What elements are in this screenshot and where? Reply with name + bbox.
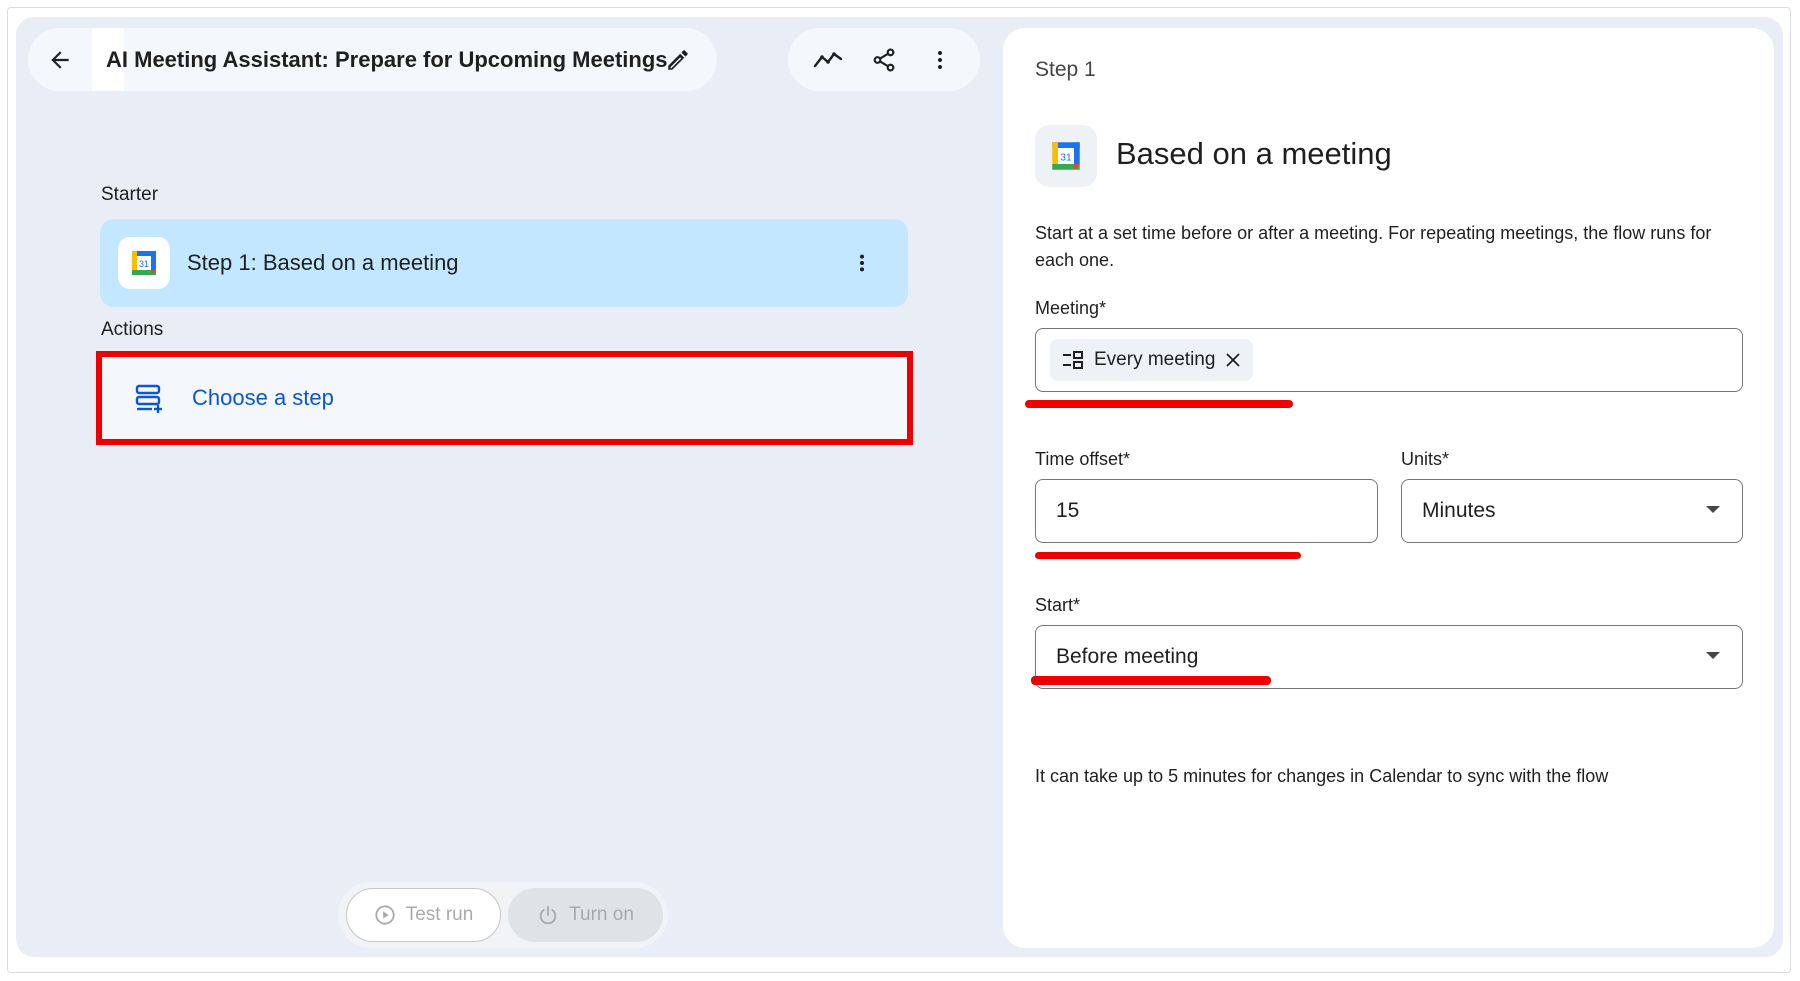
flow-title: AI Meeting Assistant: Prepare for Upcomi… xyxy=(106,47,668,72)
calendar-day-text: 31 xyxy=(139,259,149,269)
title-bar: AI Meeting Assistant: Prepare for Upcomi… xyxy=(28,28,717,91)
actions-label: Actions xyxy=(101,319,164,340)
remove-chip-button[interactable] xyxy=(1225,352,1241,368)
meeting-label: Meeting* xyxy=(1035,298,1107,318)
add-step-icon xyxy=(135,384,162,413)
time-offset-highlight-underline xyxy=(1035,552,1301,559)
panel-title: Based on a meeting xyxy=(1116,136,1392,171)
google-calendar-icon: 31 xyxy=(132,251,156,275)
activity-button[interactable] xyxy=(808,40,848,80)
starter-label: Starter xyxy=(101,184,159,205)
starter-step-prefix: Step 1: xyxy=(187,250,257,275)
start-highlight-underline xyxy=(1031,676,1271,685)
units-label: Units* xyxy=(1401,449,1450,469)
chevron-down-icon xyxy=(1706,652,1720,659)
turn-on-label: Turn on xyxy=(569,904,634,925)
start-label: Start* xyxy=(1035,595,1081,615)
play-circle-icon xyxy=(375,905,395,925)
units-select[interactable]: Minutes xyxy=(1401,479,1743,543)
back-button[interactable] xyxy=(28,28,92,91)
starter-step-name: Based on a meeting xyxy=(262,250,459,275)
starter-step-label: Step 1: Based on a meeting xyxy=(187,219,459,307)
step-more-button[interactable] xyxy=(842,243,882,283)
panel-calendar-icon-box: 31 xyxy=(1035,125,1097,187)
panel-calendar-day-text: 31 xyxy=(1060,153,1072,164)
more-options-button[interactable] xyxy=(920,40,960,80)
edit-title-button[interactable] xyxy=(662,44,694,76)
power-icon xyxy=(539,905,557,925)
turn-on-button[interactable]: Turn on xyxy=(508,888,663,942)
meeting-field[interactable]: Every meeting xyxy=(1035,328,1743,392)
meeting-chip-label: Every meeting xyxy=(1094,349,1216,370)
meeting-chip[interactable]: Every meeting xyxy=(1050,339,1254,381)
close-icon xyxy=(1226,353,1241,367)
test-run-label: Test run xyxy=(405,904,474,925)
arrow-left-icon xyxy=(51,50,69,69)
share-button[interactable] xyxy=(864,40,904,80)
time-offset-input[interactable]: 15 xyxy=(1035,479,1378,543)
more-vert-icon xyxy=(859,254,865,272)
meeting-list-icon xyxy=(1063,351,1083,369)
choose-step-label: Choose a step xyxy=(192,385,334,410)
time-offset-label: Time offset* xyxy=(1035,449,1131,469)
time-offset-value: 15 xyxy=(1056,499,1080,522)
units-value: Minutes xyxy=(1422,499,1496,522)
pencil-icon xyxy=(668,50,688,70)
toolbar xyxy=(788,28,980,91)
more-vert-icon xyxy=(938,51,942,69)
activity-icon xyxy=(813,52,843,68)
run-controls: Test run Turn on xyxy=(338,882,668,948)
google-calendar-icon: 31 xyxy=(1052,142,1080,170)
sync-note: It can take up to 5 minutes for changes … xyxy=(1035,766,1609,786)
choose-step-button[interactable]: Choose a step xyxy=(96,351,913,445)
step-config-panel: Step 1 31 Based on a meeting Start at a … xyxy=(1003,28,1774,948)
calendar-icon-box: 31 xyxy=(118,237,170,289)
share-icon xyxy=(873,48,895,72)
starter-step-card[interactable]: 31 Step 1: Based on a meeting xyxy=(100,219,908,307)
meeting-highlight-underline xyxy=(1025,400,1293,408)
panel-step-label: Step 1 xyxy=(1035,58,1096,81)
test-run-button[interactable]: Test run xyxy=(346,888,501,942)
chevron-down-icon xyxy=(1706,506,1720,513)
panel-description: Start at a set time before or after a me… xyxy=(1035,223,1712,270)
